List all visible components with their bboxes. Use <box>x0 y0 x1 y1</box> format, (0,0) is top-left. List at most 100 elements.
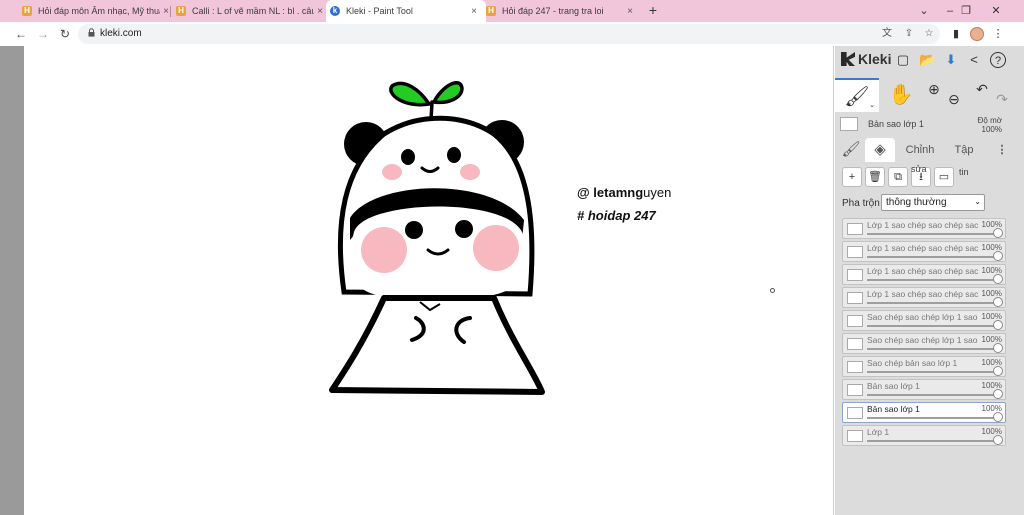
tab-close-icon[interactable]: × <box>624 6 636 17</box>
lock-icon[interactable] <box>88 28 95 37</box>
layer-item[interactable]: Bản sao lớp 1 100% <box>842 402 1006 423</box>
layer-item[interactable]: Lớp 1 sao chép sao chép sac 100% <box>842 287 1006 308</box>
download-icon[interactable]: ⬇ <box>943 52 959 68</box>
tab-adjust[interactable]: Chỉnh <box>903 138 937 162</box>
layer-item[interactable]: Lớp 1 sao chép sao chép sac 100% <box>842 218 1006 239</box>
layer-opacity-slider[interactable] <box>867 371 1001 373</box>
blend-mode-label: Pha trộn <box>842 198 880 209</box>
tab-label: Calli : L of vẽ mầm NL : bl . câu h <box>192 6 314 16</box>
reload-button[interactable]: ↻ <box>56 25 74 43</box>
layer-item[interactable]: Sao chép bản sao lớp 1 100% <box>842 356 1006 377</box>
layer-actions: + 🗑 ⧉ ⭳ ▭ sửa tin <box>835 164 1024 191</box>
layer-name: Lớp 1 sao chép sao chép sac <box>867 266 979 276</box>
layer-opacity-slider[interactable] <box>867 279 1001 281</box>
layer-opacity-slider[interactable] <box>867 325 1001 327</box>
layer-opacity-knob[interactable] <box>993 251 1003 261</box>
hood-right-eye <box>447 147 461 163</box>
hand-tool-button[interactable]: ✋ <box>879 78 923 112</box>
layer-opacity-knob[interactable] <box>993 228 1003 238</box>
browser-tab-calli[interactable]: H Calli : L of vẽ mầm NL : bl . câu h × <box>172 0 332 22</box>
browser-tab-hoidap247[interactable]: H Hỏi đáp 247 - trang tra loi × <box>482 0 642 22</box>
translate-icon[interactable]: 文 <box>880 27 894 41</box>
open-file-icon[interactable]: 📂 <box>919 52 935 68</box>
hood-right-cheek <box>460 164 480 180</box>
brush-cursor <box>770 288 775 293</box>
layer-list: Lớp 1 sao chép sao chép sac 100% Lớp 1 sao… <box>842 218 1006 448</box>
layer-item[interactable]: Lớp 1 sao chép sao chép sac 100% <box>842 264 1006 285</box>
layer-opacity-slider[interactable] <box>867 440 1001 442</box>
hood-left-eye <box>401 149 415 165</box>
layer-opacity-slider[interactable] <box>867 256 1001 258</box>
undo-icon: ↶ <box>976 81 988 97</box>
tab-close-icon[interactable]: × <box>468 6 480 17</box>
undo-button[interactable]: ↶ <box>971 78 993 112</box>
url-text[interactable]: kleki.com <box>100 28 142 39</box>
layer-opacity-slider[interactable] <box>867 417 1001 419</box>
layer-thumbnail <box>847 384 863 396</box>
layer-item[interactable]: Sao chép sao chép lớp 1 sao 100% <box>842 333 1006 354</box>
hoidap-favicon-icon: H <box>486 6 496 16</box>
redo-icon: ↷ <box>996 91 1008 107</box>
layer-opacity-knob[interactable] <box>993 343 1003 353</box>
layer-opacity-slider[interactable] <box>867 302 1001 304</box>
blend-mode-select[interactable]: thông thường ⌄ <box>881 194 985 211</box>
zoom-in-button[interactable]: ⊕ <box>923 78 945 112</box>
layer-item[interactable]: Bản sao lớp 1 100% <box>842 379 1006 400</box>
browser-menu-icon[interactable]: ⋮ <box>990 26 1006 42</box>
side-panel-icon[interactable]: ▮ <box>948 26 964 42</box>
profile-avatar[interactable] <box>970 27 984 41</box>
tool-row: 🖌 ⌄ ✋ ⊕ ⊖ ↶ ↷ <box>835 78 1024 112</box>
brush-tool-button[interactable]: 🖌 ⌄ <box>835 78 879 112</box>
tab-close-icon[interactable]: × <box>314 6 326 17</box>
layer-thumbnail <box>847 361 863 373</box>
opacity-value: 100% <box>981 125 1002 134</box>
share-icon[interactable]: ⇪ <box>902 27 916 41</box>
chevron-down-icon[interactable]: ⌄ <box>869 102 875 110</box>
hood-left-cheek <box>382 164 402 180</box>
layer-item[interactable]: Lớp 1 100% <box>842 425 1006 446</box>
chevron-down-icon: ⌄ <box>974 197 981 206</box>
layer-name: Sao chép sao chép lớp 1 sao <box>867 335 978 345</box>
browser-tab-hoidap-music[interactable]: H Hỏi đáp môn Âm nhạc, Mỹ thuật × <box>18 0 178 22</box>
restore-button[interactable]: ❐ <box>952 1 980 21</box>
layer-opacity-slider[interactable] <box>867 233 1001 235</box>
layer-item[interactable]: Lớp 1 sao chép sao chép sac 100% <box>842 241 1006 262</box>
layer-opacity-knob[interactable] <box>993 320 1003 330</box>
layer-opacity-knob[interactable] <box>993 366 1003 376</box>
add-layer-button[interactable]: + <box>842 167 862 187</box>
delete-layer-button[interactable]: 🗑 <box>865 167 885 187</box>
kleki-logo[interactable]: Kleki <box>841 51 891 67</box>
tab-brush[interactable]: 🖌 <box>841 138 861 162</box>
duplicate-layer-button[interactable]: ⧉ <box>888 167 908 187</box>
tab-layers[interactable]: ◈ <box>865 138 895 162</box>
forward-button[interactable]: → <box>34 25 52 43</box>
sprout-right-leaf <box>431 81 464 105</box>
tab-file[interactable]: Tập <box>951 138 977 162</box>
browser-tab-kleki[interactable]: k Kleki - Paint Tool × <box>326 0 486 22</box>
layer-opacity-knob[interactable] <box>993 274 1003 284</box>
layer-opacity-knob[interactable] <box>993 297 1003 307</box>
layer-opacity-knob[interactable] <box>993 435 1003 445</box>
layer-opacity-slider[interactable] <box>867 348 1001 350</box>
address-bar[interactable]: kleki.com 文 ⇪ ☆ <box>78 24 940 44</box>
new-tab-button[interactable]: + <box>645 2 661 20</box>
rename-layer-button[interactable]: ▭ <box>934 167 954 187</box>
layer-opacity-slider[interactable] <box>867 394 1001 396</box>
drawing-canvas[interactable]: @ letamnguyen # hoidap 247 <box>24 46 834 515</box>
back-button[interactable]: ← <box>12 25 30 43</box>
layer-opacity-knob[interactable] <box>993 412 1003 422</box>
kleki-side-panel: Kleki ▢ 📂 ⬇ < ? 🖌 ⌄ ✋ ⊕ ⊖ ↶ ↷ Bản sao lớ… <box>835 46 1024 515</box>
bookmark-star-icon[interactable]: ☆ <box>922 27 936 41</box>
new-image-icon[interactable]: ▢ <box>895 52 911 68</box>
layer-thumbnail <box>840 117 858 131</box>
layer-thumbnail <box>847 292 863 304</box>
more-icon[interactable]: ⋮ <box>995 138 1009 162</box>
layer-thumbnail <box>847 407 863 419</box>
window-close-button[interactable]: ✕ <box>982 1 1010 21</box>
help-icon[interactable]: ? <box>990 52 1006 68</box>
chevron-down-icon[interactable]: ⌄ <box>910 1 938 21</box>
layer-name: Lớp 1 sao chép sao chép sac <box>867 289 979 299</box>
share-icon[interactable]: < <box>966 52 982 68</box>
layer-opacity-knob[interactable] <box>993 389 1003 399</box>
layer-item[interactable]: Sao chép sao chép lớp 1 sao 100% <box>842 310 1006 331</box>
